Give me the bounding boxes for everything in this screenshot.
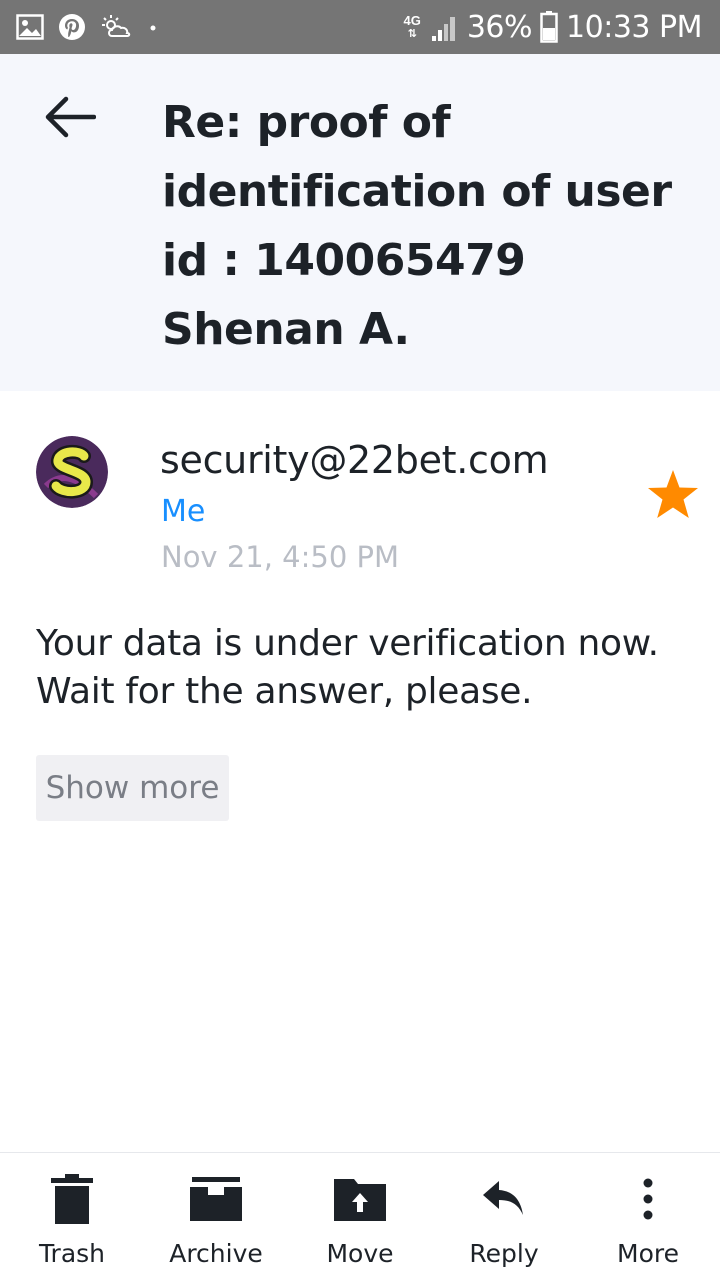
status-bar-right: 4G ⇅ 36% 10:33 PM: [404, 8, 703, 46]
more-label: More: [617, 1239, 679, 1268]
star-button[interactable]: [645, 468, 701, 522]
email-header: Re: proof of identification of user id :…: [0, 54, 720, 391]
battery-icon: [540, 11, 558, 43]
move-button[interactable]: Move: [288, 1153, 432, 1280]
status-bar: 4G ⇅ 36% 10:33 PM: [0, 0, 720, 54]
signal-icon: [431, 12, 459, 42]
star-icon: [645, 470, 701, 526]
status-bar-left-icons: [16, 12, 158, 42]
back-arrow-icon: [44, 96, 97, 143]
reply-button[interactable]: Reply: [432, 1153, 576, 1280]
reply-icon: [483, 1171, 525, 1227]
move-label: Move: [326, 1239, 394, 1268]
back-button[interactable]: [40, 94, 100, 144]
message-body: Your data is under verification now. Wai…: [36, 623, 659, 712]
archive-label: Archive: [169, 1239, 263, 1268]
archive-button[interactable]: Archive: [144, 1153, 288, 1280]
reply-label: Reply: [469, 1239, 539, 1268]
battery-percent: 36%: [466, 9, 533, 45]
bottom-toolbar: Trash Archive Move Reply More: [0, 1152, 720, 1280]
sender-email[interactable]: security@22bet.com: [160, 438, 549, 482]
network-type-label: 4G: [403, 12, 421, 28]
more-button[interactable]: More: [576, 1153, 720, 1280]
avatar[interactable]: S: [36, 436, 108, 508]
archive-icon: [190, 1171, 242, 1227]
clock: 10:33 PM: [566, 9, 702, 45]
trash-button[interactable]: Trash: [0, 1153, 144, 1280]
move-folder-icon: [334, 1171, 386, 1227]
dot-icon: [148, 22, 158, 32]
pinterest-icon: [58, 13, 86, 41]
network-type: 4G ⇅: [403, 12, 421, 40]
message-date: Nov 21, 4:50 PM: [161, 540, 400, 574]
more-vertical-icon: [642, 1171, 654, 1227]
show-more-button[interactable]: Show more: [36, 755, 229, 821]
recipient[interactable]: Me: [161, 494, 205, 529]
gallery-icon: [16, 14, 44, 40]
weather-icon: [100, 14, 134, 40]
trash-label: Trash: [38, 1239, 106, 1268]
trash-icon: [51, 1171, 93, 1227]
email-subject: Re: proof of identification of user id :…: [162, 97, 672, 355]
